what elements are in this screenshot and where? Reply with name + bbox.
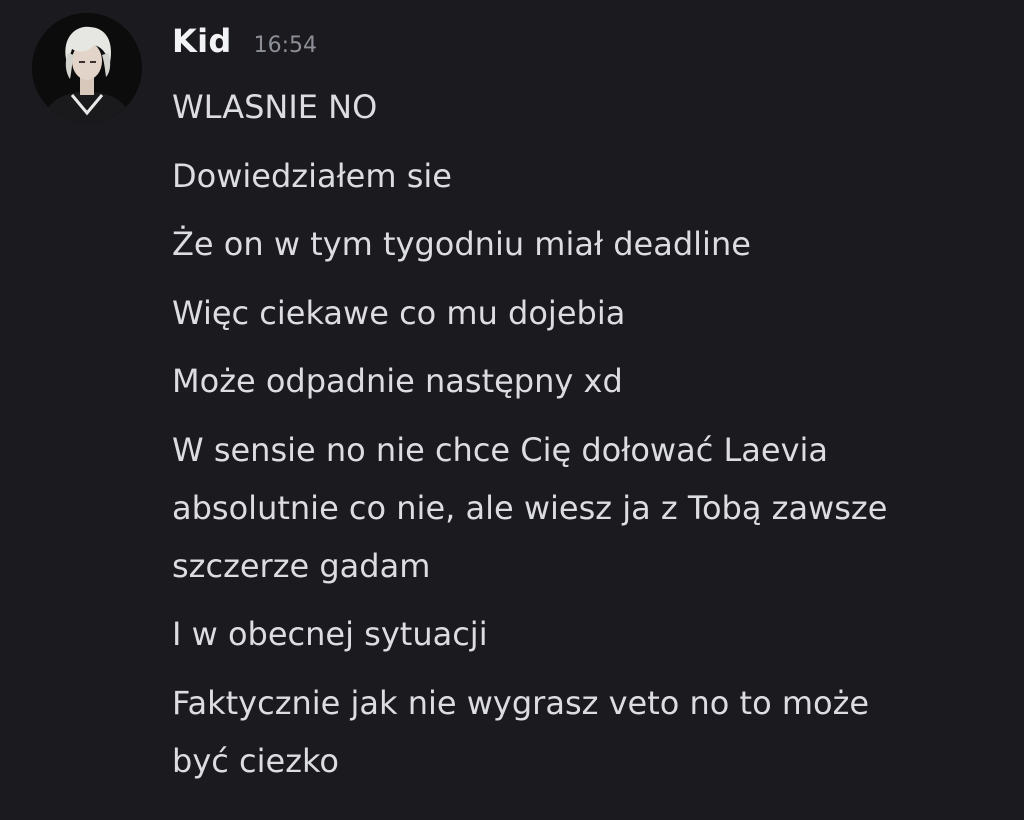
- message-text: Faktycznie jak nie wygrasz veto no to mo…: [172, 674, 1002, 790]
- username[interactable]: Kid: [172, 22, 232, 60]
- message-line: Że on w tym tygodniu miał deadline: [172, 225, 751, 263]
- message-line: Więc ciekawe co mu dojebia: [172, 293, 626, 332]
- message-line: Może odpadnie następny xd: [172, 362, 623, 400]
- message-line: być ciezko: [172, 741, 339, 780]
- message-group: Kid 16:54 WLASNIE NO Dowiedziałem sie Że…: [0, 0, 1024, 820]
- message-line: Dowiedziałem sie: [172, 156, 452, 195]
- message-line: W sensie no nie chce Cię dołować Laevia: [172, 430, 829, 469]
- message-line: WLASNIE NO: [172, 88, 378, 126]
- message-list: WLASNIE NO Dowiedziałem sie Że on w tym …: [172, 78, 1002, 800]
- message-header: Kid 16:54: [172, 22, 317, 66]
- message-text: Może odpadnie następny xd: [172, 352, 1002, 410]
- message-text: W sensie no nie chce Cię dołować Laevia …: [172, 421, 1002, 595]
- message-line: Faktycznie jak nie wygrasz veto no to mo…: [172, 683, 870, 722]
- message-line: absolutnie co nie, ale wiesz ja z Tobą z…: [172, 488, 888, 527]
- message-text: Że on w tym tygodniu miał deadline: [172, 215, 1002, 273]
- message-text: Dowiedziałem sie: [172, 147, 1002, 205]
- message-line: szczerze gadam: [172, 546, 431, 585]
- user-avatar-image: [32, 13, 142, 123]
- timestamp: 16:54: [253, 33, 317, 58]
- message-text: WLASNIE NO: [172, 78, 1002, 136]
- message-text: I w obecnej sytuacji: [172, 605, 1002, 663]
- message-text: Więc ciekawe co mu dojebia: [172, 284, 1002, 342]
- message-line: I w obecnej sytuacji: [172, 615, 488, 653]
- avatar[interactable]: [32, 13, 142, 123]
